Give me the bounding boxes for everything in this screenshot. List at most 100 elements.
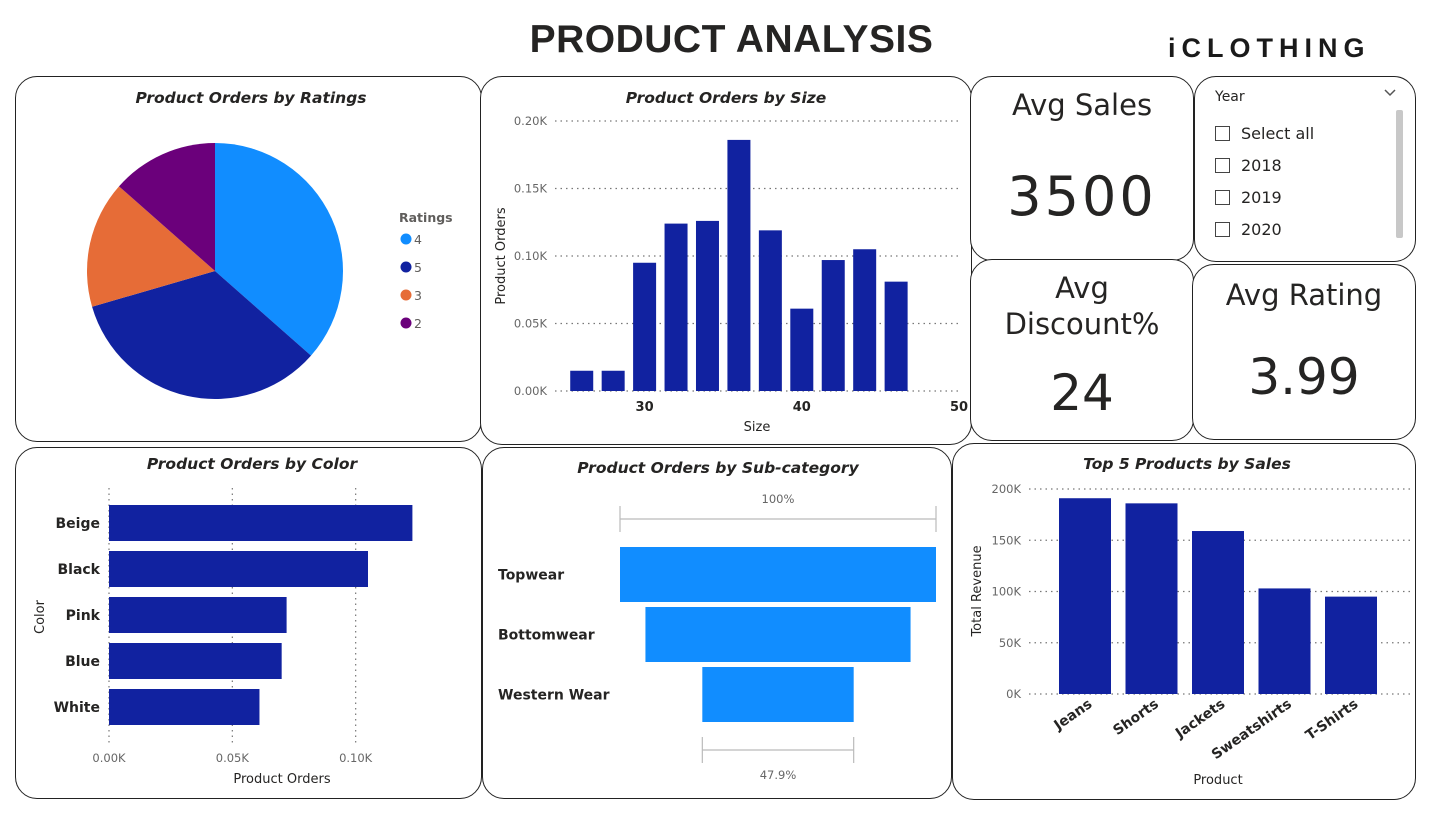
y-axis-title: Total Revenue: [970, 545, 985, 637]
y-category-label: Black: [57, 562, 100, 578]
y-tick-label: 0.00K: [514, 384, 548, 398]
top5-bar[interactable]: [1325, 596, 1377, 694]
year-slicer[interactable]: Year Select all 2018 2019 2020 2021: [1194, 76, 1416, 262]
x-tick-label: 0.05K: [216, 751, 250, 765]
slicer-item-2020[interactable]: 2020: [1215, 213, 1390, 245]
x-axis-title: Product: [1193, 773, 1242, 788]
avg-rating-label: Avg Rating: [1225, 278, 1383, 312]
x-category-label: T-Shirts: [1303, 696, 1361, 744]
chart-title: Top 5 Products by Sales: [1083, 455, 1291, 473]
funnel-bottom-label: 47.9%: [760, 768, 797, 782]
y-category-label: Pink: [66, 608, 101, 624]
avg-sales-label: Avg Sales: [1011, 88, 1153, 122]
slicer-item-2018[interactable]: 2018: [1215, 149, 1390, 181]
y-tick-label: 100K: [992, 585, 1022, 599]
subcategory-funnel-chart[interactable]: Product Orders by Sub-category 100% Topwea…: [483, 448, 952, 799]
slicer-title: Year: [1215, 89, 1245, 105]
top5-bar-chart[interactable]: Top 5 Products by Sales 0K 50K 100K 150K 200K…: [953, 444, 1416, 800]
color-bar-chart[interactable]: Product Orders by Color 0.00K 0.05K 0.10K Be…: [16, 448, 482, 799]
size-bar[interactable]: [884, 281, 908, 391]
legend-label: 4: [414, 232, 422, 247]
slicer-item-label: 2021: [1241, 252, 1282, 253]
funnel-bar[interactable]: [702, 667, 854, 722]
avg-discount-value: 24: [1050, 364, 1114, 422]
x-category-label: Shorts: [1110, 696, 1161, 739]
avg-sales-value: 3500: [1007, 165, 1157, 228]
size-bar[interactable]: [601, 370, 625, 391]
top5-bar[interactable]: [1192, 531, 1244, 694]
color-bar[interactable]: [109, 643, 282, 679]
legend-label: 5: [414, 260, 422, 275]
top5-bar-card[interactable]: Top 5 Products by Sales 0K 50K 100K 150K 200K…: [952, 443, 1416, 800]
x-tick-label: 30: [636, 400, 654, 415]
legend-label: 3: [414, 288, 422, 303]
y-tick-label: 150K: [992, 533, 1022, 547]
funnel-category-label: Western Wear: [498, 688, 610, 704]
avg-rating-card[interactable]: Avg Rating 3.99: [1192, 264, 1416, 440]
top5-bar[interactable]: [1258, 588, 1311, 694]
chart-title: Product Orders by Color: [147, 455, 359, 473]
color-bar[interactable]: [109, 597, 287, 633]
y-tick-label: 0.20K: [514, 114, 548, 128]
color-bar[interactable]: [109, 689, 260, 725]
funnel-bar[interactable]: [645, 607, 911, 662]
brand-logo: iCLOTHING: [1168, 33, 1371, 63]
y-axis-title: Color: [33, 599, 48, 634]
checkbox-icon[interactable]: [1215, 189, 1230, 205]
y-category-label: White: [54, 700, 100, 716]
slicer-item-label: 2019: [1241, 187, 1282, 207]
size-bar[interactable]: [633, 262, 657, 391]
checkbox-icon[interactable]: [1215, 125, 1230, 141]
x-tick-label: 50: [950, 400, 968, 415]
avg-discount-card[interactable]: Avg Discount% 24: [970, 259, 1194, 441]
slicer-scrollbar[interactable]: [1396, 110, 1403, 238]
x-axis-title: Size: [744, 420, 771, 435]
size-bar[interactable]: [853, 249, 877, 391]
top5-bar[interactable]: [1059, 498, 1111, 694]
y-tick-label: 200K: [992, 482, 1022, 496]
subcategory-funnel-card[interactable]: Product Orders by Sub-category 100% Topwea…: [482, 447, 952, 799]
size-bar[interactable]: [727, 139, 751, 391]
legend-label: 2: [414, 316, 422, 331]
funnel-bar[interactable]: [620, 547, 936, 602]
x-tick-label: 0.10K: [339, 751, 373, 765]
slicer-item-select-all[interactable]: Select all: [1215, 117, 1390, 149]
size-bar[interactable]: [570, 370, 594, 391]
chart-title: Product Orders by Size: [626, 89, 827, 107]
slicer-item-2021[interactable]: 2021: [1215, 245, 1390, 253]
checkbox-icon[interactable]: [1215, 157, 1230, 173]
y-tick-label: 50K: [999, 636, 1022, 650]
size-bar[interactable]: [821, 260, 845, 391]
size-bar[interactable]: [758, 230, 782, 391]
top5-bar[interactable]: [1125, 503, 1178, 694]
ratings-pie-card[interactable]: Product Orders by Ratings Ratings 4 5 3 2: [15, 76, 482, 442]
size-bar[interactable]: [695, 220, 719, 391]
size-bar[interactable]: [664, 223, 688, 391]
legend-marker: [400, 233, 412, 245]
size-bar-card[interactable]: Product Orders by Size 0.00K 0.05K 0.10K 0.1…: [480, 76, 972, 445]
slicer-list: Select all 2018 2019 2020 2021: [1215, 117, 1390, 252]
funnel-top-label: 100%: [762, 492, 795, 506]
slicer-item-2019[interactable]: 2019: [1215, 181, 1390, 213]
x-tick-label: 0.00K: [92, 751, 126, 765]
y-tick-label: 0.05K: [514, 317, 548, 331]
y-axis-title: Product Orders: [494, 207, 509, 304]
avg-sales-card[interactable]: Avg Sales 3500: [970, 76, 1194, 261]
size-bar-chart[interactable]: Product Orders by Size 0.00K 0.05K 0.10K 0.1…: [481, 77, 972, 445]
checkbox-icon[interactable]: [1215, 221, 1230, 237]
slicer-item-label: 2018: [1241, 155, 1282, 175]
avg-rating-value: 3.99: [1248, 348, 1360, 406]
size-bar[interactable]: [790, 308, 814, 391]
color-bar[interactable]: [109, 551, 368, 587]
color-bar[interactable]: [109, 505, 413, 541]
ratings-pie-chart[interactable]: Product Orders by Ratings Ratings 4 5 3 2: [16, 77, 482, 442]
y-category-label: Beige: [56, 516, 100, 532]
chart-title: Product Orders by Sub-category: [577, 459, 859, 477]
x-category-label: Jackets: [1172, 696, 1228, 742]
funnel-category-label: Topwear: [498, 568, 564, 584]
color-bar-card[interactable]: Product Orders by Color 0.00K 0.05K 0.10K Be…: [15, 447, 482, 799]
legend-marker: [400, 289, 412, 301]
legend-marker: [400, 261, 412, 273]
x-axis-title: Product Orders: [233, 772, 330, 787]
legend-marker: [400, 317, 412, 329]
